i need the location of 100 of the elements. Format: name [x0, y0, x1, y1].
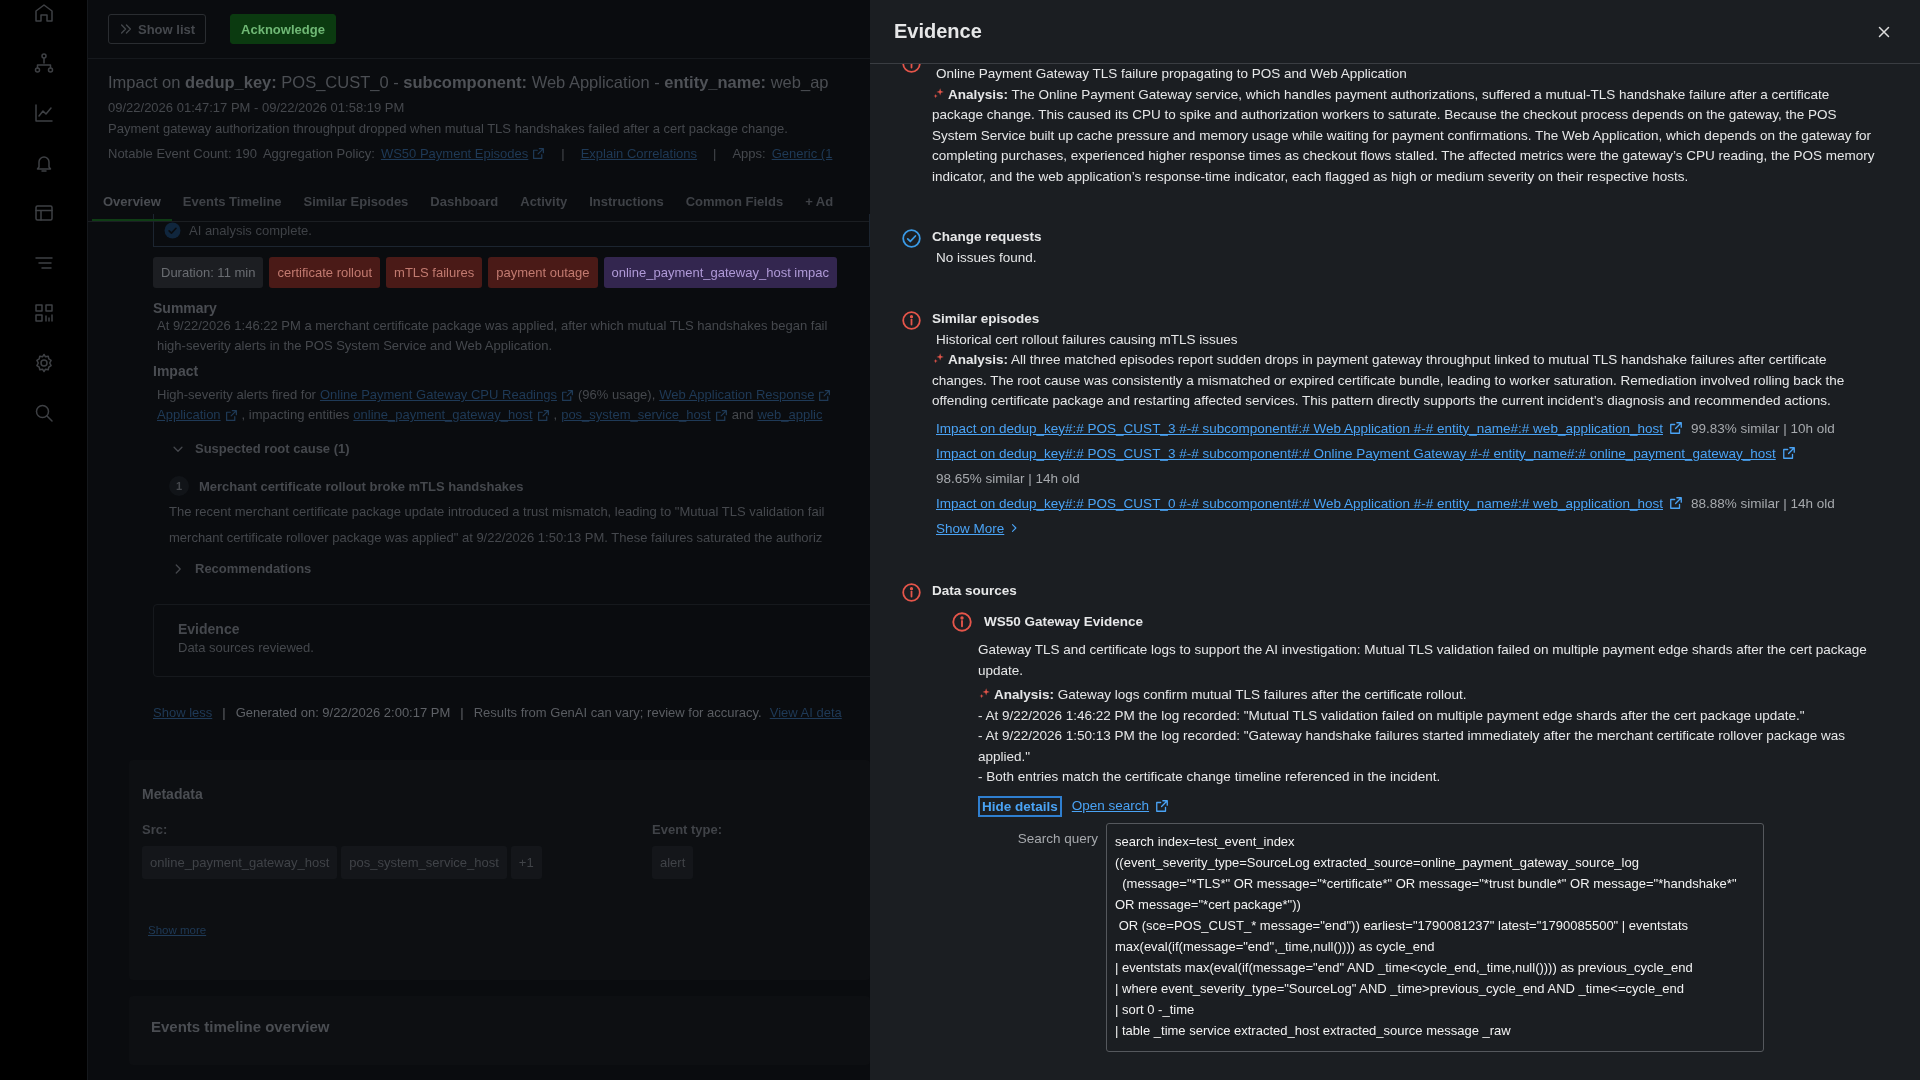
tab[interactable]: Dashboard — [419, 186, 510, 221]
check-circle-icon — [164, 221, 181, 239]
separator: | — [561, 146, 565, 161]
external-link-icon — [1668, 496, 1683, 510]
status-text: AI analysis complete. — [189, 222, 312, 238]
line-chart-icon[interactable] — [33, 103, 54, 123]
footer-link[interactable]: Show less — [153, 705, 213, 720]
external-link-icon — [1781, 446, 1796, 460]
footer-link[interactable]: View AI deta — [769, 705, 842, 720]
card-title: Events timeline overview — [151, 1018, 331, 1035]
info-icon — [952, 611, 972, 632]
time-range: 09/22/2026 01:47:17 PM - 09/22/2026 01:58:19 PM — [108, 100, 406, 115]
external-link-icon — [1668, 421, 1683, 435]
search-icon[interactable] — [33, 403, 54, 423]
impact-link[interactable]: Web Application Response — [659, 385, 832, 405]
separator: | — [713, 146, 717, 161]
query-box[interactable]: search index=test_event_index ((event_severity_type=SourceLog extracted_source=online_payment_gateway_source_log (message="*TLS*" OR message="*certificate*" OR message="*trust bundle*" OR message="*handshake*" OR message="*cert package*")) OR (sce=POS_CUST_* message="end")) earliest="1790081237" latest="1790085500" | eventstats max(eval(if(message="end",_time,null()))) as cycle_end | eventstats max(eval(if(message="end" AND _time<cycle_end,_time,null()))) as previous_cycle_end | where event_severity_type="SourceLog" AND _time>previous_cycle_end AND _time<=cycle_end | sort 0 -_time | table _time service extracted_host extracted_source message _raw — [1106, 822, 1764, 1052]
impact-link[interactable]: Online Payment Gateway CPU Readings — [319, 385, 574, 405]
section-summary: Historical cert rollout failures causing mTLS issues — [935, 330, 1239, 349]
tag: certificate rollout — [269, 257, 381, 288]
show-more-link[interactable]: Show More — [936, 515, 1021, 541]
tab[interactable]: Common Fields — [674, 186, 795, 221]
card-text: Data sources reviewed. — [178, 640, 315, 655]
tab[interactable]: Events Timeline — [171, 186, 293, 221]
hide-details-button[interactable]: Hide details — [978, 795, 1062, 817]
tab[interactable]: Activity — [509, 186, 579, 221]
sparkle-icon — [978, 687, 991, 700]
policy-link[interactable]: Generic (1 — [771, 146, 833, 161]
recommendations-toggle[interactable]: Recommendations — [153, 561, 870, 576]
tag: payment outage — [488, 257, 598, 288]
tab[interactable]: + Ad — [794, 186, 845, 221]
detail-text: - At 9/22/2026 1:50:13 PM the log recorded: "Gateway handshake failures started immediately after the merchant certificate rollover package was applied." — [978, 727, 1846, 766]
double-chevron-icon — [119, 22, 133, 36]
tab[interactable]: Similar Episodes — [292, 186, 420, 221]
external-link-icon — [536, 408, 550, 422]
separator: | — [222, 705, 226, 720]
gear-icon[interactable] — [33, 353, 54, 373]
grid-icon[interactable] — [33, 303, 54, 323]
show-more-link[interactable]: Show more — [148, 924, 207, 936]
info-icon — [902, 310, 921, 330]
detail-text: - At 9/22/2026 1:46:22 PM the log recorded: "Mutual TLS validation failed on multiple payment edge shards after the cert package update." — [978, 706, 1806, 725]
tag: online_payment_gateway_host impac — [603, 257, 838, 288]
impact-text: and — [731, 406, 754, 424]
card-title: Metadata — [142, 786, 204, 802]
root-cause-text: The recent merchant certificate package update introduced a trust mismatch, leading to "Mutual TLS validation fail — [169, 503, 826, 521]
external-link-icon — [1155, 799, 1170, 813]
layout-icon[interactable] — [33, 203, 54, 223]
meta-label: Aggregation Policy: — [262, 146, 375, 161]
root-cause-toggle[interactable]: Suspected root cause (1) — [153, 441, 870, 456]
similarity-text: 98.65% similar | 14h old — [936, 469, 1080, 488]
episode-link[interactable]: Impact on dedup_key#:# POS_CUST_0 #-# subcomponent#:# Web Application #-# entity_name#:# web_application_host — [936, 490, 1683, 516]
disclaimer-text: Results from GenAI can vary; review for accuracy. — [473, 705, 762, 720]
external-link-icon — [224, 408, 238, 422]
policy-link[interactable]: Explain Correlations — [580, 146, 698, 161]
external-link-icon — [532, 147, 546, 160]
sparkle-icon — [932, 352, 945, 365]
evidence-card[interactable]: Evidence Data sources reviewed. — [153, 604, 870, 677]
analysis-text: Analysis: All three matched episodes report sudden drops in payment gateway throughput linked to mutual TLS handshake failures after certificate changes. The root cause was consistently a mismatched or expired certificate bundle, leading to worker saturation. Remediation involved rolling back the offending certificate package and restarting affected services. This pattern directly supports the current incident’s diagnosis and recommended actions. — [932, 351, 1846, 410]
similarity-text: 99.83% similar | 10h old — [1690, 419, 1835, 438]
policy-link[interactable]: WS50 Payment Episodes — [380, 146, 546, 161]
acknowledge-button[interactable]: Acknowledge — [230, 14, 336, 44]
impact-link[interactable]: web_applic — [757, 405, 823, 425]
root-cause-title: Merchant certificate rollout broke mTLS handshakes — [199, 478, 524, 494]
section-heading: Impact — [153, 363, 200, 379]
impact-text: , impacting entities — [241, 406, 350, 424]
tag: Duration: 11 min — [153, 257, 264, 288]
home-icon[interactable] — [33, 3, 54, 23]
section-summary: Online Payment Gateway TLS failure propagating to POS and Web Application — [935, 65, 1408, 83]
section-summary: No issues found. — [935, 249, 1038, 267]
analysis-text: Analysis: The Online Payment Gateway service, which handles payment authorizations, suffered a mutual-TLS handshake failure after a certificate package change. This caused its CPU to spike and authorization workers to saturate. Because the checkout process depends on the gateway, the POS System Service built up cache pressure and memory usage while waiting for payment confirmations. The Web Application, which depends on the gateway for completing purchases, experienced higher response times as checkout flows stalled. The affected metrics were the gateway’s CPU reading, the POS memory indicator, and the web application’s response-time indicator, each flagged as high or medium severity on their respective hosts. — [932, 85, 1876, 186]
impact-link[interactable]: online_payment_gateway_host — [353, 405, 550, 425]
section-title: Data sources — [932, 581, 1018, 600]
similarity-text: 88.88% similar | 14h old — [1690, 494, 1835, 513]
card-title: Evidence — [178, 621, 241, 637]
episode-link[interactable]: Impact on dedup_key#:# POS_CUST_3 #-# subcomponent#:# Online Payment Gateway #-# entity_name#:# online_payment_gateway_host — [936, 440, 1796, 466]
tab[interactable]: Overview — [92, 186, 172, 221]
episode-link[interactable]: Impact on dedup_key#:# POS_CUST_3 #-# subcomponent#:# Web Application #-# entity_name#:# web_application_host — [936, 415, 1683, 441]
field-label: Search query — [1016, 829, 1098, 848]
info-icon — [902, 582, 921, 602]
meta-label: Apps: — [732, 146, 766, 161]
check-circle-icon — [902, 229, 921, 248]
drawer-title: Evidence — [894, 20, 982, 43]
source-description: Gateway TLS and certificate logs to support the AI investigation: Mutual TLS validation failed on multiple payment edge shards after the cert package update. — [978, 641, 1868, 680]
root-cause-text: merchant certificate rollover package was applied" at 9/22/2026 1:50:13 PM. These failures saturated the authoriz — [169, 528, 824, 547]
show-list-button[interactable]: Show list — [108, 14, 207, 44]
impact-text: (96% usage), — [577, 386, 656, 404]
summary-text: At 9/22/2026 1:46:22 PM a merchant certificate package was applied, after which mutual TLS handshakes began fail — [156, 317, 829, 335]
impact-link[interactable]: Application — [157, 405, 238, 425]
external-link-icon — [714, 408, 728, 422]
hierarchy-icon[interactable] — [33, 53, 54, 73]
detail-text: - Both entries match the certificate change timeline referenced in the incident. — [978, 768, 1442, 786]
section-title: Change requests — [932, 228, 1043, 246]
tab[interactable]: Instructions — [578, 186, 675, 221]
impact-link[interactable]: pos_system_service_host — [561, 405, 728, 425]
tag: mTLS failures — [386, 257, 483, 288]
external-link-icon — [818, 388, 832, 402]
episode-title: Impact on dedup_key: POS_CUST_0 - subcomponent: Web Application - entity_name: web_ap — [108, 72, 829, 93]
section-heading: Summary — [153, 300, 218, 316]
episode-description: Payment gateway authorization throughput dropped when mutual TLS handshakes failed after a cert package change. — [108, 121, 789, 136]
open-search-link[interactable]: Open search — [1071, 795, 1170, 817]
